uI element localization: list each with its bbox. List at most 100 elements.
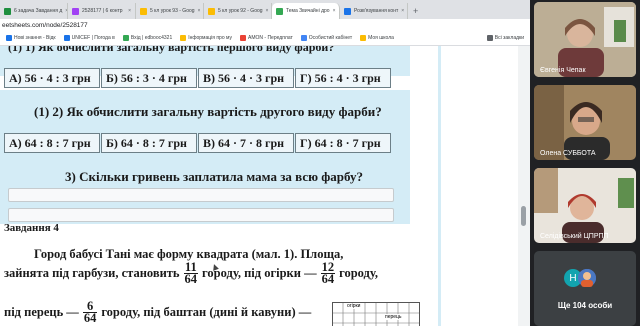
question-band-2 — [0, 90, 410, 172]
more-participants-label: Ще 104 особи — [557, 301, 613, 310]
avatar-group: Н — [564, 269, 596, 287]
participant-tile[interactable]: Євгенія Чепак — [534, 2, 636, 77]
bookmark-favicon-icon — [300, 35, 307, 41]
side-margin — [438, 46, 518, 326]
browser-tab[interactable]: 5 кл урок 93 - Goog × — [136, 3, 204, 19]
fraction-denominator: 64 — [321, 272, 335, 286]
garden-figure: огірки перець — [332, 302, 420, 326]
all-bookmarks-button[interactable]: Всі закладки — [486, 35, 524, 41]
answer-input-2[interactable] — [8, 208, 394, 222]
participant-name: Євгенія Чепак — [540, 67, 586, 74]
bookmark-label: UNICEF | Погода в — [71, 35, 115, 41]
tab-close-icon[interactable]: × — [128, 8, 131, 14]
fraction: 11 64 — [183, 261, 199, 286]
tab-favicon-icon — [344, 7, 351, 15]
answer-option[interactable]: А) 56 · 4 : 3 грн — [4, 68, 100, 88]
new-tab-button[interactable]: + — [408, 3, 423, 19]
bookmark-favicon-icon — [360, 35, 367, 41]
scrollbar-thumb[interactable] — [521, 206, 526, 226]
browser-window: 6 задача Завдання д × 2528177 | 6 контр × 5 … — [0, 0, 530, 326]
task-title: Завдання 4 — [4, 222, 59, 234]
worksheet: (1) 1) Як обчислити загальну вартість пе… — [0, 46, 420, 326]
participant-name: Олена СУББОТА — [540, 150, 596, 157]
person-video-icon — [534, 2, 636, 77]
browser-tab[interactable]: 6 задача Завдання д × — [0, 3, 68, 19]
question-1-partial: (1) 1) Як обчислити загальну вартість пе… — [8, 46, 335, 54]
tab-favicon-icon — [72, 7, 79, 15]
tab-label: 6 задача Завдання д — [14, 8, 63, 14]
tab-close-icon[interactable]: × — [401, 8, 404, 14]
bookmark-favicon-icon — [122, 35, 129, 41]
task-text: городу, — [339, 266, 378, 280]
bookmark-item[interactable]: UNICEF | Погода в — [63, 35, 115, 41]
question-2: (1) 2) Як обчислити загальну вартість др… — [34, 104, 382, 119]
figure-label: огірки — [347, 303, 361, 309]
more-participants-tile[interactable]: Н Ще 104 особи — [534, 251, 636, 326]
answer-option[interactable]: В) 64 · 7 · 8 грн — [198, 133, 294, 153]
bookmark-favicon-icon — [63, 35, 70, 41]
participant-tile[interactable]: Селідівський ЦПРПП — [534, 168, 636, 243]
person-video-icon — [534, 168, 636, 243]
answer-input-1[interactable] — [8, 188, 394, 202]
browser-tab[interactable]: Тема Звичайні дро × — [272, 3, 340, 19]
address-text: eetsheets.com/node/2528177 — [2, 21, 88, 29]
answer-option[interactable]: А) 64 : 8 : 7 грн — [4, 133, 100, 153]
browser-tab[interactable]: Розв'язування конт × — [340, 3, 408, 19]
participant-name: Селідівський ЦПРПП — [540, 233, 609, 240]
question-3: 3) Скільки гривень заплатила мама за всю… — [65, 169, 364, 184]
bookmark-favicon-icon — [240, 35, 247, 41]
tab-favicon-icon — [4, 7, 11, 15]
browser-tab[interactable]: 5 кл урок 92 - Goog × — [204, 3, 272, 19]
tab-label: Розв'язування конт — [354, 8, 399, 14]
tab-close-icon[interactable]: × — [198, 8, 201, 14]
bookmark-favicon-icon — [180, 35, 187, 41]
answer-option[interactable]: Б) 56 : 3 · 4 грн — [101, 68, 197, 88]
browser-tab[interactable]: 2528177 | 6 контр × — [68, 3, 136, 19]
folder-icon — [486, 35, 493, 41]
bookmark-item[interactable]: Нові знання - Відк — [6, 35, 56, 41]
fraction: 6 64 — [82, 300, 98, 325]
bookmark-item[interactable]: Моя школа — [360, 35, 394, 41]
fraction-denominator: 64 — [83, 311, 97, 325]
bookmark-item[interactable]: Особистий кабінет — [300, 35, 353, 41]
bookmark-label: Моя школа — [368, 35, 394, 41]
avatar-photo-icon — [578, 269, 596, 287]
tab-close-icon[interactable]: × — [266, 8, 269, 14]
tab-label: Тема Звичайні дро — [286, 8, 330, 14]
tab-label: 5 кл урок 92 - Goog — [218, 8, 263, 14]
tab-label: 2528177 | 6 контр — [82, 8, 123, 14]
bookmark-label: Вхід | edbooc4321 — [130, 35, 173, 41]
task-text-line-3: під перець — 6 64 городу, під баштан (ди… — [4, 300, 312, 325]
page-content: (1) 1) Як обчислити загальну вартість пе… — [0, 46, 518, 326]
bookmark-item[interactable]: Інформація про му — [180, 35, 232, 41]
tab-label: 5 кл урок 93 - Goog — [150, 8, 195, 14]
bookmark-label: Особистий кабінет — [308, 35, 353, 41]
answer-option[interactable]: Г) 64 : 8 · 7 грн — [295, 133, 391, 153]
participant-tile[interactable]: Олена СУББОТА — [534, 85, 636, 160]
bookmark-favicon-icon — [6, 35, 12, 41]
task-text: городу, під огірки — — [202, 266, 317, 280]
bookmark-label: AMON - Передплат — [248, 35, 293, 41]
person-video-icon — [534, 85, 636, 160]
answer-option[interactable]: В) 56 · 4 · 3 грн — [198, 68, 294, 88]
answer-option[interactable]: Б) 64 · 8 : 7 грн — [101, 133, 197, 153]
bookmark-item[interactable]: AMON - Передплат — [240, 35, 293, 41]
scrollbar[interactable] — [518, 46, 530, 326]
task-text-line-2: зайнята під гарбузи, становить 11 64 гор… — [4, 261, 378, 286]
task-text: городу, під баштан (дині й кавуни) — — [101, 305, 312, 319]
fraction: 12 64 — [320, 261, 336, 286]
task-text: під перець — — [4, 305, 79, 319]
fraction-denominator: 64 — [184, 272, 198, 286]
bookmark-item[interactable]: Вхід | edbooc4321 — [122, 35, 173, 41]
all-bookmarks-label: Всі закладки — [494, 35, 524, 41]
answer-option[interactable]: Г) 56 : 4 · 3 грн — [295, 68, 391, 88]
tab-favicon-icon — [208, 7, 215, 15]
bookmark-label: Нові знання - Відк — [14, 35, 56, 41]
meet-participants-panel: Євгенія Чепак Олена СУББОТА Селідівський… — [530, 0, 640, 326]
tab-favicon-icon — [276, 7, 283, 15]
figure-label: перець — [385, 314, 402, 320]
tab-close-icon[interactable]: × — [333, 8, 336, 14]
bookmarks-bar: Нові знання - Відк UNICEF | Погода в Вхід … — [0, 31, 530, 46]
address-bar[interactable]: eetsheets.com/node/2528177 — [0, 19, 530, 31]
tab-favicon-icon — [140, 7, 147, 15]
